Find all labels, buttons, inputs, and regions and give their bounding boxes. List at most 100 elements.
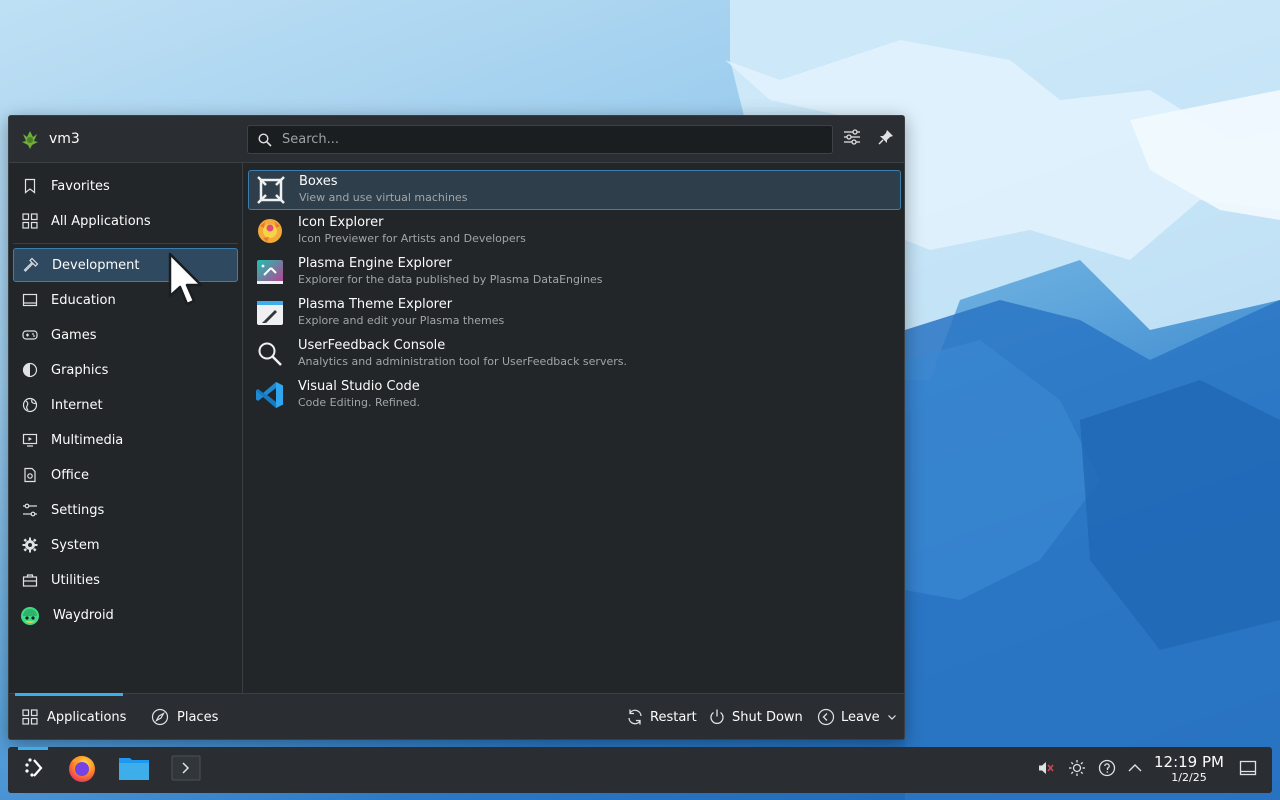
bookmark-icon bbox=[21, 177, 39, 195]
sidebar-divider bbox=[13, 243, 238, 244]
palette-icon bbox=[21, 361, 39, 379]
clock-date: 1/2/25 bbox=[1171, 771, 1207, 784]
launcher-footer: Applications Places Restart Shut Down Le… bbox=[9, 693, 904, 739]
leave-label: Leave bbox=[841, 709, 880, 725]
boxes-icon bbox=[255, 174, 287, 206]
leave-icon bbox=[817, 708, 835, 726]
pin-button[interactable] bbox=[875, 128, 897, 150]
compass-icon bbox=[151, 708, 169, 726]
restart-label: Restart bbox=[650, 709, 697, 725]
gear-icon bbox=[21, 536, 39, 554]
app-name: Visual Studio Code bbox=[298, 379, 420, 394]
search-icon bbox=[256, 131, 274, 149]
user-name: vm3 bbox=[49, 131, 80, 147]
app-description: View and use virtual machines bbox=[299, 191, 468, 204]
sidebar-item-all-applications[interactable]: All Applications bbox=[13, 204, 238, 238]
sidebar-item-label: Office bbox=[51, 467, 89, 483]
chevron-down-icon bbox=[886, 708, 898, 726]
app-description: Explore and edit your Plasma themes bbox=[298, 314, 505, 327]
sidebar-item-label: Utilities bbox=[51, 572, 100, 588]
application-launcher: vm3 Favorites All Applications bbox=[8, 115, 905, 740]
tab-applications[interactable]: Applications bbox=[21, 694, 126, 740]
search-input[interactable] bbox=[282, 132, 802, 147]
volume-muted-icon bbox=[1037, 759, 1055, 781]
app-item-plasma-engine-explorer[interactable]: Plasma Engine Explorer Explorer for the … bbox=[248, 252, 901, 292]
application-launcher-icon bbox=[21, 755, 47, 785]
pin-icon bbox=[877, 128, 895, 150]
mouse-cursor-icon bbox=[168, 252, 208, 316]
help-icon bbox=[1098, 759, 1116, 781]
education-icon bbox=[21, 291, 39, 309]
waydroid-icon bbox=[19, 604, 41, 626]
user-avatar-icon bbox=[19, 128, 41, 150]
shut-down-button[interactable]: Shut Down bbox=[708, 694, 803, 740]
show-desktop-button[interactable] bbox=[1235, 747, 1261, 793]
digital-clock[interactable]: 12:19 PM 1/2/25 bbox=[1152, 753, 1226, 785]
toolbox-icon bbox=[21, 571, 39, 589]
sidebar-item-label: Internet bbox=[51, 397, 103, 413]
sidebar-item-label: Games bbox=[51, 327, 97, 343]
multimedia-icon bbox=[21, 431, 39, 449]
sidebar-item-graphics[interactable]: Graphics bbox=[13, 353, 238, 387]
sidebar-item-label: Development bbox=[52, 257, 140, 273]
shut-down-label: Shut Down bbox=[732, 709, 803, 725]
terminal-button[interactable] bbox=[164, 747, 208, 793]
clock-time: 12:19 PM bbox=[1154, 753, 1224, 771]
sidebar-item-office[interactable]: Office bbox=[13, 458, 238, 492]
tab-places[interactable]: Places bbox=[151, 694, 218, 740]
sidebar-item-utilities[interactable]: Utilities bbox=[13, 563, 238, 597]
terminal-icon bbox=[171, 755, 201, 785]
grid-icon bbox=[21, 212, 39, 230]
engine-explorer-icon bbox=[254, 256, 286, 288]
chevron-up-icon bbox=[1127, 760, 1143, 780]
tab-label: Applications bbox=[47, 709, 127, 725]
sidebar-item-multimedia[interactable]: Multimedia bbox=[13, 423, 238, 457]
app-item-userfeedback-console[interactable]: UserFeedback Console Analytics and admin… bbox=[248, 334, 901, 374]
system-tray-expand-button[interactable] bbox=[1122, 747, 1148, 793]
configure-button[interactable] bbox=[841, 128, 863, 150]
sidebar-item-label: Favorites bbox=[51, 178, 110, 194]
application-list: Boxes View and use virtual machines Icon… bbox=[244, 163, 904, 694]
tab-label: Places bbox=[177, 709, 219, 725]
user-profile[interactable]: vm3 bbox=[19, 128, 80, 150]
app-name: Plasma Theme Explorer bbox=[298, 297, 453, 312]
app-item-plasma-theme-explorer[interactable]: Plasma Theme Explorer Explore and edit y… bbox=[248, 293, 901, 333]
sidebar-item-internet[interactable]: Internet bbox=[13, 388, 238, 422]
category-sidebar: Favorites All Applications Development E… bbox=[9, 163, 243, 694]
sidebar-item-label: All Applications bbox=[51, 213, 151, 229]
sidebar-item-waydroid[interactable]: Waydroid bbox=[13, 598, 238, 632]
app-item-boxes[interactable]: Boxes View and use virtual machines bbox=[248, 170, 901, 210]
sidebar-item-label: Graphics bbox=[51, 362, 109, 378]
app-name: Boxes bbox=[299, 174, 338, 189]
sidebar-item-system[interactable]: System bbox=[13, 528, 238, 562]
app-item-icon-explorer[interactable]: Icon Explorer Icon Previewer for Artists… bbox=[248, 211, 901, 251]
application-launcher-button[interactable] bbox=[12, 747, 56, 793]
sliders-icon bbox=[843, 128, 861, 150]
document-icon bbox=[21, 466, 39, 484]
sidebar-item-favorites[interactable]: Favorites bbox=[13, 169, 238, 203]
leave-button[interactable]: Leave bbox=[817, 694, 898, 740]
volume-button[interactable] bbox=[1033, 747, 1059, 793]
sidebar-item-games[interactable]: Games bbox=[13, 318, 238, 352]
file-manager-button[interactable] bbox=[112, 747, 156, 793]
app-name: UserFeedback Console bbox=[298, 338, 446, 353]
search-field[interactable] bbox=[247, 125, 833, 154]
brightness-button[interactable] bbox=[1064, 747, 1090, 793]
app-description: Code Editing. Refined. bbox=[298, 396, 421, 409]
firefox-button[interactable] bbox=[60, 747, 104, 793]
power-icon bbox=[708, 708, 726, 726]
firefox-icon bbox=[66, 752, 98, 788]
show-desktop-icon bbox=[1239, 759, 1257, 781]
sidebar-item-settings[interactable]: Settings bbox=[13, 493, 238, 527]
globe-icon bbox=[21, 396, 39, 414]
app-description: Icon Previewer for Artists and Developer… bbox=[298, 232, 526, 245]
app-description: Explorer for the data published by Plasm… bbox=[298, 273, 603, 286]
app-description: Analytics and administration tool for Us… bbox=[298, 355, 627, 368]
sidebar-item-label: Multimedia bbox=[51, 432, 124, 448]
taskbar: 12:19 PM 1/2/25 bbox=[8, 747, 1272, 793]
restart-button[interactable]: Restart bbox=[626, 694, 697, 740]
sidebar-item-label: Waydroid bbox=[53, 607, 114, 623]
app-item-visual-studio-code[interactable]: Visual Studio Code Code Editing. Refined… bbox=[248, 375, 901, 415]
app-name: Plasma Engine Explorer bbox=[298, 256, 452, 271]
help-button[interactable] bbox=[1094, 747, 1120, 793]
